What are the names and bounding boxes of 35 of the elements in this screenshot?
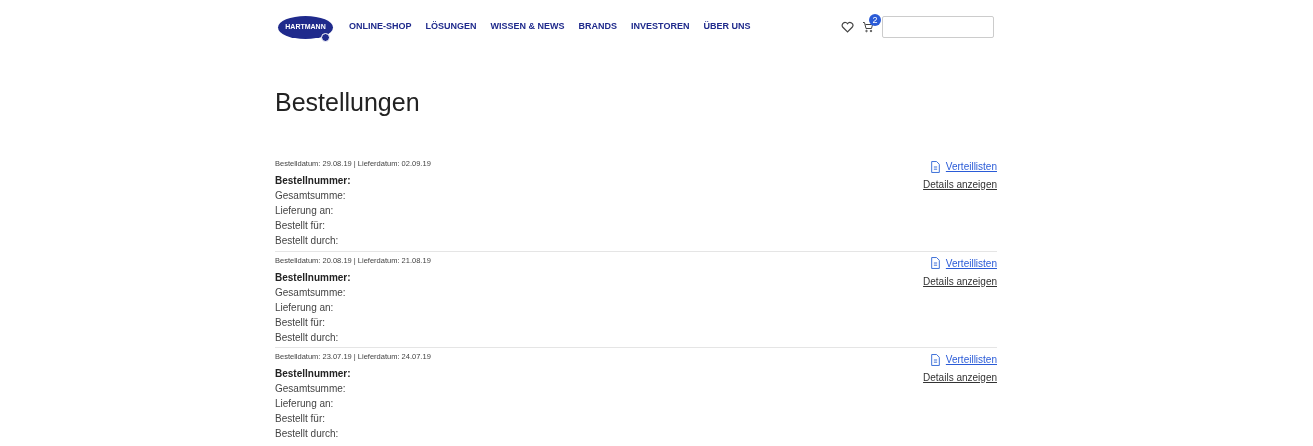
- order-field-label: Lieferung an:: [275, 397, 335, 411]
- document-icon: [929, 160, 941, 173]
- page-title: Bestellungen: [275, 87, 421, 117]
- order-field-label: Bestellt für:: [275, 219, 327, 233]
- nav-link[interactable]: ÜBER UNS: [703, 20, 751, 34]
- order-field-label: Bestellt durch:: [275, 330, 340, 345]
- nav-link[interactable]: ONLINE-SHOP: [349, 20, 412, 34]
- order-field-label: Bestellt durch:: [275, 427, 340, 441]
- heart-icon[interactable]: [841, 21, 854, 33]
- nav-link[interactable]: WISSEN & NEWS: [490, 20, 565, 34]
- order-field-label: Lieferung an:: [275, 204, 335, 218]
- distribution-lists-link[interactable]: Verteillisten: [945, 159, 997, 174]
- document-icon: [929, 353, 941, 366]
- cart-icon[interactable]: [862, 21, 874, 33]
- order-field-label: Bestellnummer:: [275, 367, 352, 381]
- order-field-label: Bestellt für:: [275, 315, 327, 330]
- order-field-label: Bestellnummer:: [275, 174, 352, 188]
- details-link[interactable]: Details anzeigen: [923, 177, 997, 192]
- nav-link[interactable]: BRANDS: [578, 20, 618, 34]
- details-link[interactable]: Details anzeigen: [923, 273, 997, 289]
- order-field-label: Bestellnummer:: [275, 270, 352, 285]
- nav-link[interactable]: LÖSUNGEN: [425, 20, 477, 34]
- order-field-label: Gesamtsumme:: [275, 285, 347, 300]
- nav-link[interactable]: INVESTOREN: [631, 20, 690, 34]
- search-field[interactable]: [882, 16, 994, 38]
- order-field-label: Lieferung an:: [275, 300, 335, 315]
- document-icon: [929, 257, 941, 269]
- distribution-lists-link[interactable]: Verteillisten: [945, 352, 997, 367]
- order-field-label: Gesamtsumme:: [275, 382, 347, 396]
- details-link[interactable]: Details anzeigen: [923, 370, 997, 385]
- cart-count-badge: 2: [869, 14, 881, 26]
- order-field-label: Bestellt für:: [275, 412, 327, 426]
- order-field-label: Bestellt durch:: [275, 234, 340, 248]
- order-field-label: Gesamtsumme:: [275, 189, 347, 203]
- distribution-lists-link[interactable]: Verteillisten: [945, 255, 997, 271]
